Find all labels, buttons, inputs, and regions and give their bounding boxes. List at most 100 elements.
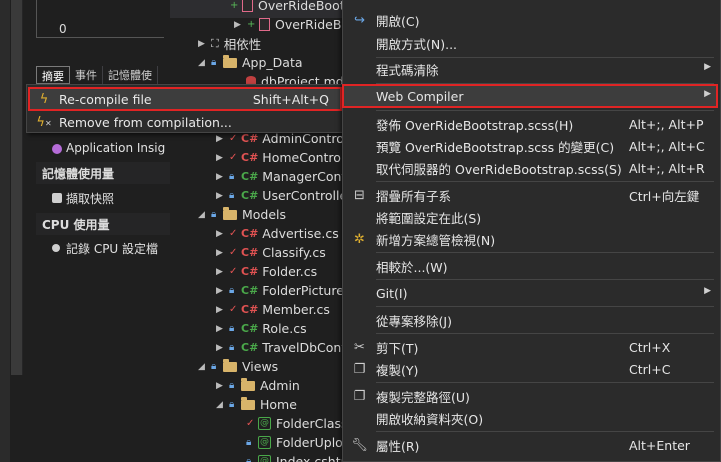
lock-icon: 🔒︎ [229, 171, 235, 182]
tree-item[interactable]: ◢ 🔒︎ Models [198, 205, 286, 224]
tree-item[interactable]: ▶ 🔒︎ C# Role.cs [216, 319, 307, 338]
tree-item[interactable]: ▶ ✓ C# Classify.cs [216, 243, 326, 262]
menu-item-label: 剪下(T) [376, 340, 419, 356]
lock-icon: 🔒︎ [229, 342, 235, 353]
record-cpu-profile-item[interactable]: 記錄 CPU 設定檔 [36, 237, 170, 259]
tree-item[interactable]: 🔒︎ @ Index.cshtml [246, 452, 356, 462]
lock-icon: 🔒︎ [246, 456, 252, 462]
csharp-file-icon: C# [241, 322, 259, 335]
graph-axis-zero: 0 [59, 22, 67, 36]
copy-full-path-menu-item[interactable]: ❐ 複製完整路徑(U) [343, 385, 717, 407]
csharp-file-icon: C# [241, 151, 259, 164]
tree-item[interactable]: 🔒︎ @ FolderUplo [246, 433, 343, 452]
folder-icon [223, 358, 237, 372]
lock-icon: 🔒︎ [211, 361, 217, 372]
menu-separator [376, 252, 714, 253]
replace-from-server-menu-item[interactable]: 取代伺服器的 OverRideBootstrap.scss(S) Alt+;, … [343, 157, 717, 179]
compare-with-menu-item[interactable]: 相較於...(W) [343, 255, 717, 277]
tree-item[interactable]: ▶ + OverRideBo [234, 15, 349, 34]
open-containing-folder-menu-item[interactable]: 開啟收納資料夾(O) [343, 407, 717, 429]
chevron-right-icon: ▶ [216, 266, 223, 277]
tree-item-label: FolderClass [276, 416, 348, 431]
menu-item-label: 相較於...(W) [376, 259, 448, 275]
chevron-right-icon: ▶ [216, 304, 223, 315]
menu-item-label: 將範圍設定在此(S) [376, 210, 482, 226]
csharp-file-icon: C# [241, 246, 259, 259]
csharp-file-icon: C# [241, 170, 259, 183]
copy-icon: ❐ [353, 361, 366, 377]
menu-item-label: Web Compiler [376, 88, 464, 104]
menu-item-label: 發佈 OverRideBootstrap.scss(H) [376, 117, 574, 133]
camera-icon [52, 193, 62, 203]
menu-separator [376, 83, 714, 84]
csharp-file-icon: C# [241, 303, 259, 316]
tree-item[interactable]: ◢ 🔒︎ Views [198, 357, 278, 376]
dependencies-icon: ⛶ [211, 36, 219, 50]
tree-item[interactable]: ▶ 🔒︎ C# ManagerContr [216, 167, 351, 186]
menu-item-shortcut: Ctrl+向左鍵 [629, 188, 700, 204]
left-scrollbar[interactable] [11, 0, 23, 375]
publish-menu-item[interactable]: 發佈 OverRideBootstrap.scss(H) Alt+;, Alt+… [343, 113, 717, 135]
tree-item[interactable]: ▶ 🔒︎ C# UserController [216, 186, 352, 205]
chevron-down-icon: ◢ [216, 399, 223, 410]
chevron-down-icon: ◢ [198, 361, 205, 372]
recompile-file-menu-item[interactable]: ϟ Re-compile file Shift+Alt+Q [28, 87, 342, 111]
tab-memory[interactable]: 記憶體使 [103, 66, 158, 84]
tree-item[interactable]: ▶ 🔒︎ C# FolderPicture.c [216, 281, 355, 300]
chevron-right-icon: ▶ [216, 133, 223, 144]
left-activity-bar [0, 0, 10, 462]
remove-from-compilation-menu-item[interactable]: ϟ✕ Remove from compilation... [29, 111, 341, 133]
menu-separator [376, 110, 714, 111]
tree-item[interactable]: ▶ ✓ C# Member.cs [216, 300, 330, 319]
menu-item-label: Remove from compilation... [59, 114, 232, 130]
tree-item[interactable]: ▶ ⛶ 相依性 [198, 34, 261, 53]
menu-separator [376, 431, 714, 432]
collapse-all-menu-item[interactable]: ⊟ 摺疊所有子系 Ctrl+向左鍵 [343, 184, 717, 206]
code-cleanup-menu-item[interactable]: 程式碼清除 ▶ [343, 58, 717, 80]
preview-changes-menu-item[interactable]: 預覽 OverRideBootstrap.scss 的變更(C) Alt+;, … [343, 135, 717, 157]
tab-summary[interactable]: 摘要 [36, 66, 70, 84]
exclude-from-project-menu-item[interactable]: 從專案移除(J) [343, 309, 717, 331]
csharp-file-icon: C# [241, 189, 259, 202]
tree-item[interactable]: ▶ ✓ C# HomeControlle [216, 148, 356, 167]
tree-item[interactable]: ✓ @ FolderClass [246, 414, 348, 433]
git-menu-item[interactable]: Git(I) ▶ [343, 282, 717, 304]
application-insights-item[interactable]: Application Insig [36, 138, 170, 160]
web-compiler-submenu: ϟ Re-compile file Shift+Alt+Q ϟ✕ Remove … [26, 84, 344, 133]
web-compiler-menu-item[interactable]: Web Compiler ▶ [342, 84, 718, 108]
submenu-arrow-icon: ▶ [704, 89, 711, 99]
chevron-right-icon: ▶ [198, 38, 205, 49]
tab-events[interactable]: 事件 [70, 66, 103, 84]
menu-item-label: 新增方案總管檢視(N) [376, 232, 496, 248]
menu-item-shortcut: Ctrl+C [629, 361, 671, 377]
menu-item-label: 從專案移除(J) [376, 313, 452, 329]
tree-item[interactable]: ▶ ✓ C# Advertise.cs [216, 224, 339, 243]
record-dot-icon [52, 244, 60, 252]
chevron-right-icon: ▶ [216, 342, 223, 353]
chevron-right-icon: ▶ [216, 190, 223, 201]
menu-separator [376, 382, 714, 383]
tree-item-label: Advertise.cs [262, 226, 339, 241]
scissors-icon: ✂ [354, 339, 365, 355]
modified-check-icon: ✓ [229, 228, 238, 239]
scope-to-this-menu-item[interactable]: 將範圍設定在此(S) [343, 206, 717, 228]
tree-item[interactable]: ▶ ✓ C# Folder.cs [216, 262, 317, 281]
properties-menu-item[interactable]: 🔧︎ 屬性(R) Alt+Enter [343, 434, 717, 456]
new-solution-view-menu-item[interactable]: ✲ 新增方案總管檢視(N) [343, 228, 717, 250]
record-cpu-label: 記錄 CPU 設定檔 [66, 242, 159, 256]
menu-separator [376, 306, 714, 307]
tree-item[interactable]: ◢ 🔒︎ Home [216, 395, 297, 414]
open-menu-item[interactable]: ↪ 開啟(C) [343, 9, 717, 31]
cut-menu-item[interactable]: ✂ 剪下(T) Ctrl+X [343, 336, 717, 358]
open-with-menu-item[interactable]: 開啟方式(N)... [343, 32, 717, 54]
sass-file-icon [242, 0, 253, 12]
menu-item-label: Git(I) [376, 285, 408, 301]
copy-menu-item[interactable]: ❐ 複製(Y) Ctrl+C [343, 358, 717, 380]
tree-item[interactable]: ▶ 🔒︎ C# TravelDbConte [216, 338, 354, 357]
take-snapshot-item[interactable]: 擷取快照 [36, 187, 170, 209]
tree-item[interactable]: ◢ 🔒︎ App_Data [198, 53, 303, 72]
tree-item-label: OverRideBo [275, 17, 350, 32]
modified-check-icon: ✓ [229, 247, 238, 258]
tree-item-label: Member.cs [262, 302, 330, 317]
tree-item[interactable]: ▶ 🔒︎ Admin [216, 376, 300, 395]
